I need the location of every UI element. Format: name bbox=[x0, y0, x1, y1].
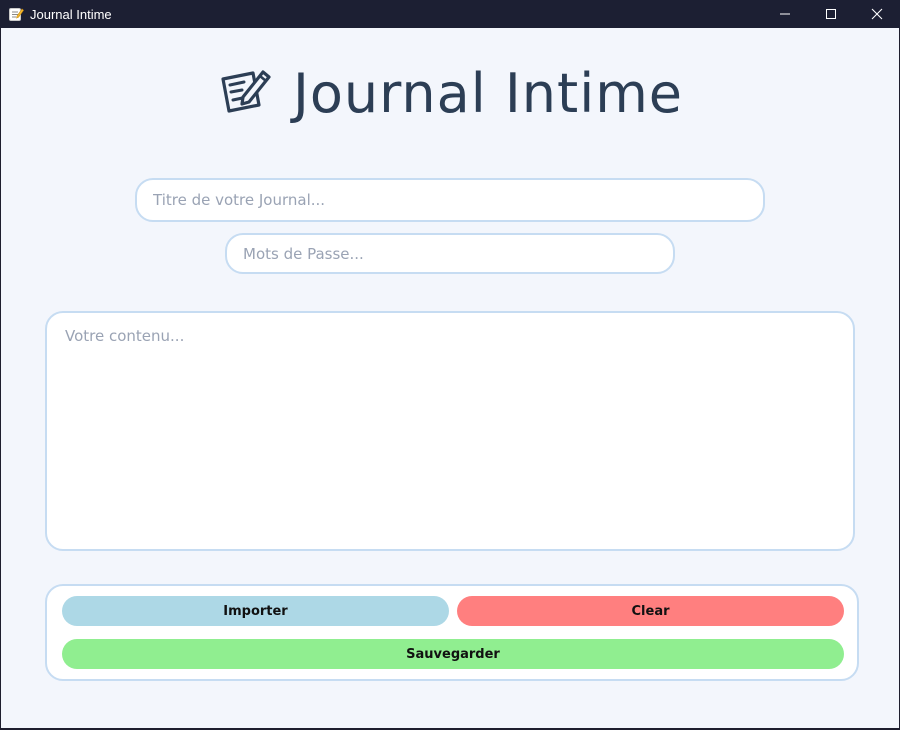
maximize-icon bbox=[826, 9, 836, 19]
close-icon bbox=[871, 8, 883, 20]
password-input[interactable] bbox=[225, 233, 675, 274]
maximize-button[interactable] bbox=[808, 0, 854, 28]
content-textarea[interactable] bbox=[45, 311, 855, 551]
import-button[interactable]: Importer bbox=[62, 596, 449, 626]
page-title: Journal Intime bbox=[292, 61, 684, 125]
app-window: Journal Intime Importer Clear Sauvegarde… bbox=[1, 28, 899, 728]
memo-pencil-icon bbox=[8, 6, 24, 22]
save-button[interactable]: Sauvegarder bbox=[62, 639, 844, 669]
window-controls bbox=[762, 0, 900, 28]
page-header: Journal Intime bbox=[1, 60, 899, 126]
journal-title-input[interactable] bbox=[135, 178, 765, 222]
action-panel: Importer Clear Sauvegarder bbox=[45, 584, 859, 681]
close-button[interactable] bbox=[854, 0, 900, 28]
window-title: Journal Intime bbox=[30, 6, 112, 22]
window-titlebar[interactable]: Journal Intime bbox=[0, 0, 900, 28]
minimize-icon bbox=[780, 13, 790, 15]
minimize-button[interactable] bbox=[762, 0, 808, 28]
memo-pencil-icon bbox=[217, 65, 273, 121]
clear-button[interactable]: Clear bbox=[457, 596, 844, 626]
